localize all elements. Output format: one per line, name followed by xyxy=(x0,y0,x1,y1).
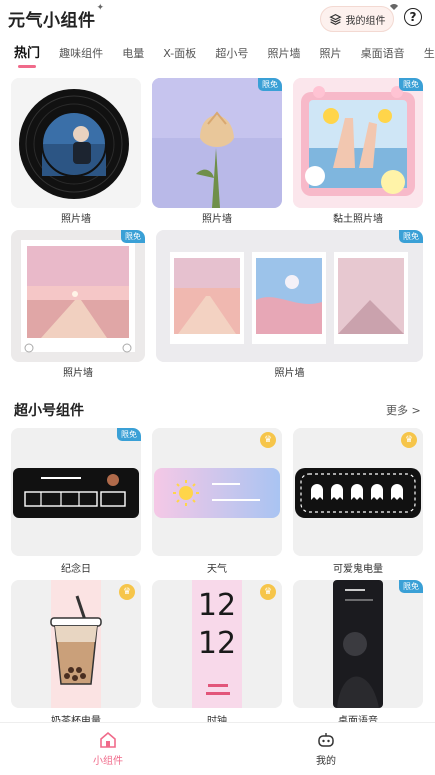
widget-label: 可爱鬼电量 xyxy=(333,564,383,575)
free-badge: 限免 xyxy=(117,428,141,441)
widget-card-photo-wall-flower[interactable]: 限免 xyxy=(152,78,282,208)
widget-card-clay-photo-wall[interactable]: 限免 xyxy=(293,78,423,208)
widget-label: 纪念日 xyxy=(61,564,91,575)
tab-x-panel[interactable]: X-面板 xyxy=(163,42,196,66)
crown-icon: ♛ xyxy=(260,584,276,600)
nav-label: 我的 xyxy=(316,756,336,767)
category-tabs: 热门 趣味组件 电量 X-面板 超小号 照片墙 照片 桌面语音 生活助 xyxy=(0,42,435,72)
clay-photo-wall-preview xyxy=(293,78,423,208)
layers-icon xyxy=(328,13,342,25)
app-title: 元气小组件 ✦ xyxy=(8,3,104,31)
ghost-battery-widget-preview xyxy=(293,428,423,556)
free-badge: 限免 xyxy=(121,230,145,243)
crown-icon: ♛ xyxy=(260,432,276,448)
tab-life[interactable]: 生活助 xyxy=(424,42,435,66)
widget-label: 天气 xyxy=(207,564,227,575)
nav-profile[interactable]: 我的 xyxy=(296,731,356,767)
clock-hour: 12 xyxy=(197,588,237,623)
widget-card-weather[interactable]: ♛ xyxy=(152,428,282,556)
vinyl-record-preview xyxy=(11,78,141,208)
free-badge: 限免 xyxy=(399,580,423,593)
widget-card-clock[interactable]: 12 12 ♛ xyxy=(152,580,282,708)
crown-icon: ♛ xyxy=(401,432,417,448)
nav-label: 小组件 xyxy=(93,756,123,767)
widget-card-photo-wall-sunset[interactable]: 限免 xyxy=(11,230,145,362)
widget-card-photo-wall-triptych[interactable]: 限免 xyxy=(156,230,423,362)
weather-widget-preview xyxy=(152,428,282,556)
desktop-voice-widget-preview xyxy=(293,580,423,708)
widget-label: 照片墙 xyxy=(61,214,91,225)
anniversary-widget-preview xyxy=(11,428,141,556)
widget-card-milk-tea-battery[interactable]: ♛ xyxy=(11,580,141,708)
robot-face-icon xyxy=(318,733,334,747)
tab-battery[interactable]: 电量 xyxy=(122,42,144,66)
widget-label: 照片墙 xyxy=(274,368,305,379)
header: 元气小组件 ✦ 我的组件 ? xyxy=(0,0,435,38)
tab-photo-wall[interactable]: 照片墙 xyxy=(267,42,300,66)
sparkle-icon: ✦ xyxy=(96,3,105,13)
free-badge: 限免 xyxy=(399,78,423,91)
free-badge: 限免 xyxy=(258,78,282,91)
milk-tea-widget-preview xyxy=(11,580,141,708)
tab-mini-size[interactable]: 超小号 xyxy=(215,42,248,66)
tab-desktop-voice[interactable]: 桌面语音 xyxy=(361,42,405,66)
my-widgets-label: 我的组件 xyxy=(345,15,386,27)
home-icon xyxy=(100,731,116,748)
help-button[interactable]: ? xyxy=(404,8,422,26)
bottom-navigation: 小组件 我的 xyxy=(0,722,435,775)
nav-widgets[interactable]: 小组件 xyxy=(78,731,138,767)
section-title-mini-widgets: 超小号组件 xyxy=(14,403,84,419)
widget-card-photo-wall-vinyl[interactable] xyxy=(11,78,141,208)
widget-label: 照片墙 xyxy=(202,214,232,225)
tab-fun-widgets[interactable]: 趣味组件 xyxy=(59,42,103,66)
app-title-text: 元气小组件 xyxy=(8,11,96,31)
my-widgets-button[interactable]: 我的组件 xyxy=(320,6,394,32)
tab-hot[interactable]: 热门 xyxy=(14,42,40,68)
more-link[interactable]: 更多 > xyxy=(386,402,421,418)
sunset-photo-preview xyxy=(11,230,145,362)
triptych-photo-preview xyxy=(156,230,423,362)
widget-card-cute-ghost-battery[interactable]: ♛ xyxy=(293,428,423,556)
help-icon: ? xyxy=(409,10,417,24)
tab-photo[interactable]: 照片 xyxy=(320,42,342,66)
widget-label: 黏土照片墙 xyxy=(333,214,383,225)
clock-minute: 12 xyxy=(197,626,237,661)
wifi-icon xyxy=(390,3,398,10)
widget-label: 照片墙 xyxy=(63,368,93,379)
flower-photo-preview xyxy=(152,78,282,208)
widget-card-anniversary[interactable]: 限免 xyxy=(11,428,141,556)
crown-icon: ♛ xyxy=(119,584,135,600)
free-badge: 限免 xyxy=(399,230,423,243)
widget-card-desktop-voice[interactable]: 限免 xyxy=(293,580,423,708)
